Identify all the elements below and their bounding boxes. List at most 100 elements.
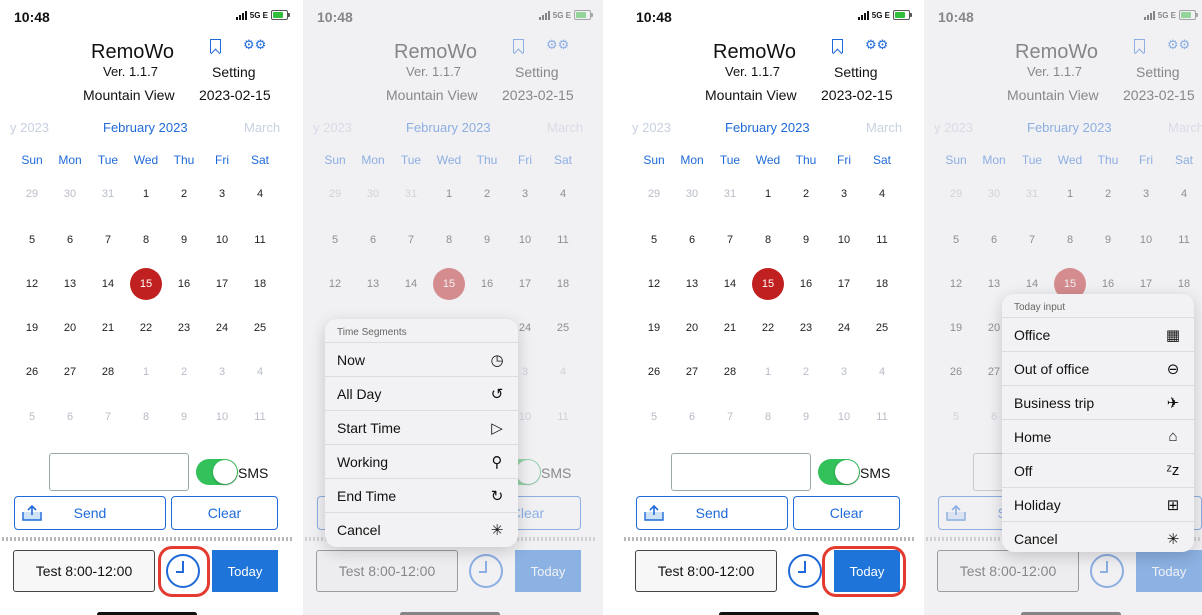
calendar-day[interactable]: 9 xyxy=(791,233,821,247)
calendar-day[interactable]: 4 xyxy=(245,187,275,201)
calendar-day[interactable]: 10 xyxy=(207,410,237,424)
menu-item-cancel[interactable]: Cancel ✳ xyxy=(1002,522,1194,552)
calendar-day[interactable]: 13 xyxy=(677,277,707,291)
calendar-day[interactable]: 8 xyxy=(753,410,783,424)
prev-month-label[interactable]: y 2023 xyxy=(10,120,49,135)
calendar-day[interactable]: 8 xyxy=(753,233,783,247)
calendar-day[interactable]: 27 xyxy=(55,365,85,379)
calendar-day[interactable]: 31 xyxy=(93,187,123,201)
calendar-day[interactable]: 3 xyxy=(829,187,859,201)
calendar-day[interactable]: 1 xyxy=(131,187,161,201)
calendar-day[interactable]: 18 xyxy=(245,277,275,291)
menu-item-off[interactable]: Off ᶻz xyxy=(1002,454,1194,488)
calendar-day[interactable]: 11 xyxy=(245,410,275,424)
setting-label[interactable]: Setting xyxy=(834,64,878,80)
calendar-day[interactable]: 12 xyxy=(639,277,669,291)
calendar-day[interactable]: 11 xyxy=(867,233,897,247)
calendar-day[interactable]: 23 xyxy=(791,321,821,335)
menu-item-now[interactable]: Now ◷ xyxy=(325,343,518,377)
calendar-day[interactable]: 7 xyxy=(93,233,123,247)
calendar-day[interactable]: 17 xyxy=(829,277,859,291)
calendar-day[interactable]: 5 xyxy=(639,410,669,424)
menu-item-all-day[interactable]: All Day ↺ xyxy=(325,377,518,411)
menu-item-business-trip[interactable]: Business trip ✈ xyxy=(1002,386,1194,420)
calendar-day[interactable]: 16 xyxy=(791,277,821,291)
calendar-day[interactable]: 4 xyxy=(245,365,275,379)
calendar-day[interactable]: 29 xyxy=(639,187,669,201)
bookmark-icon[interactable] xyxy=(210,39,221,53)
calendar-day[interactable]: 2 xyxy=(791,365,821,379)
bookmark-icon[interactable] xyxy=(832,39,843,53)
calendar-day[interactable]: 17 xyxy=(207,277,237,291)
send-button[interactable]: Send xyxy=(14,496,166,530)
menu-item-holiday[interactable]: Holiday ⊞ xyxy=(1002,488,1194,522)
selected-day[interactable]: 15 xyxy=(752,268,784,300)
calendar-day[interactable]: 23 xyxy=(169,321,199,335)
time-segment-display[interactable]: Test 8:00-12:00 xyxy=(635,550,777,592)
message-input[interactable] xyxy=(671,453,811,491)
calendar-day[interactable]: 2 xyxy=(791,187,821,201)
calendar-day[interactable]: 1 xyxy=(131,365,161,379)
menu-item-start-time[interactable]: Start Time ▷ xyxy=(325,411,518,445)
calendar-day[interactable]: 9 xyxy=(169,410,199,424)
menu-item-cancel[interactable]: Cancel ✳ xyxy=(325,513,518,547)
menu-item-working[interactable]: Working ⚲ xyxy=(325,445,518,479)
calendar-day[interactable]: 11 xyxy=(245,233,275,247)
calendar-day[interactable]: 28 xyxy=(93,365,123,379)
calendar-day[interactable]: 19 xyxy=(639,321,669,335)
calendar-day[interactable]: 5 xyxy=(639,233,669,247)
calendar-day[interactable]: 26 xyxy=(639,365,669,379)
calendar-day[interactable]: 29 xyxy=(17,187,47,201)
calendar-day[interactable]: 24 xyxy=(829,321,859,335)
prev-month-label[interactable]: y 2023 xyxy=(632,120,671,135)
calendar-day[interactable]: 4 xyxy=(867,187,897,201)
calendar-day[interactable]: 3 xyxy=(207,187,237,201)
calendar-day[interactable]: 8 xyxy=(131,410,161,424)
next-month-label[interactable]: March xyxy=(866,120,902,135)
calendar-day[interactable]: 7 xyxy=(715,410,745,424)
calendar-day[interactable]: 31 xyxy=(715,187,745,201)
calendar-day[interactable]: 20 xyxy=(55,321,85,335)
calendar-day[interactable]: 3 xyxy=(829,365,859,379)
calendar-day[interactable]: 5 xyxy=(17,410,47,424)
menu-item-office[interactable]: Office ▦ xyxy=(1002,318,1194,352)
clock-button[interactable] xyxy=(788,554,822,588)
calendar-day[interactable]: 16 xyxy=(169,277,199,291)
menu-item-home[interactable]: Home ⌂ xyxy=(1002,420,1194,454)
calendar-day[interactable]: 3 xyxy=(207,365,237,379)
calendar-day[interactable]: 21 xyxy=(715,321,745,335)
calendar-day[interactable]: 30 xyxy=(55,187,85,201)
clear-button[interactable]: Clear xyxy=(171,496,278,530)
calendar-day[interactable]: 6 xyxy=(677,410,707,424)
calendar-day[interactable]: 10 xyxy=(207,233,237,247)
calendar-day[interactable]: 2 xyxy=(169,187,199,201)
calendar-day[interactable]: 10 xyxy=(829,233,859,247)
calendar-day[interactable]: 27 xyxy=(677,365,707,379)
settings-gears-icon[interactable]: ⚙⚙ xyxy=(243,38,266,51)
calendar-day[interactable]: 22 xyxy=(131,321,161,335)
calendar-day[interactable]: 14 xyxy=(93,277,123,291)
time-segment-display[interactable]: Test 8:00-12:00 xyxy=(13,550,155,592)
calendar-day[interactable]: 18 xyxy=(867,277,897,291)
calendar-day[interactable]: 6 xyxy=(677,233,707,247)
sms-toggle[interactable] xyxy=(818,459,860,485)
calendar-day[interactable]: 7 xyxy=(93,410,123,424)
calendar-day[interactable]: 12 xyxy=(17,277,47,291)
send-button[interactable]: Send xyxy=(636,496,788,530)
calendar-day[interactable]: 24 xyxy=(207,321,237,335)
sms-toggle[interactable] xyxy=(196,459,238,485)
calendar-day[interactable]: 20 xyxy=(677,321,707,335)
calendar-day[interactable]: 25 xyxy=(867,321,897,335)
calendar-day[interactable]: 21 xyxy=(93,321,123,335)
calendar-day[interactable]: 13 xyxy=(55,277,85,291)
calendar-day[interactable]: 7 xyxy=(715,233,745,247)
calendar-day[interactable]: 26 xyxy=(17,365,47,379)
calendar-day[interactable]: 22 xyxy=(753,321,783,335)
next-month-label[interactable]: March xyxy=(244,120,280,135)
calendar-day[interactable]: 19 xyxy=(17,321,47,335)
calendar-day[interactable]: 6 xyxy=(55,233,85,247)
calendar-day[interactable]: 14 xyxy=(715,277,745,291)
calendar-day[interactable]: 11 xyxy=(867,410,897,424)
calendar-day[interactable]: 10 xyxy=(829,410,859,424)
settings-gears-icon[interactable]: ⚙⚙ xyxy=(865,38,888,51)
